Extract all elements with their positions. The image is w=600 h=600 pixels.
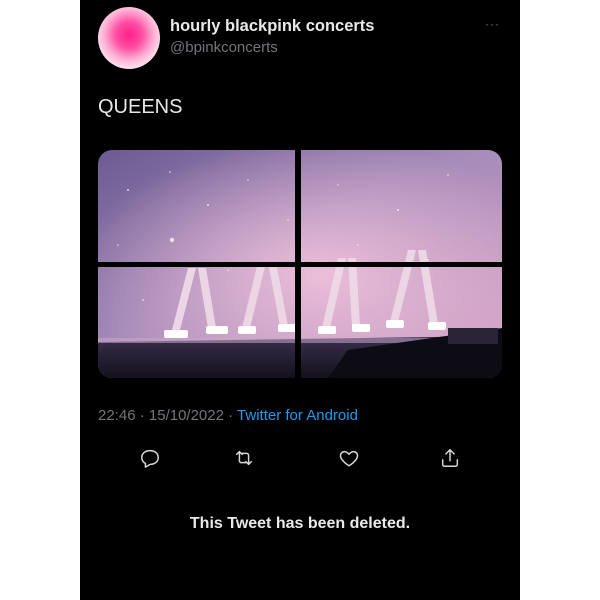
meta-separator-2: · <box>223 407 238 424</box>
reply-button[interactable] <box>136 444 164 472</box>
tweet-screen: hourly blackpink concerts @bpinkconcerts… <box>80 0 520 600</box>
more-options-icon[interactable]: ··· <box>485 17 500 31</box>
retweet-icon <box>235 450 253 466</box>
avatar[interactable] <box>98 7 160 69</box>
reply-icon <box>141 449 159 468</box>
share-button[interactable] <box>436 444 464 472</box>
tweet-media[interactable] <box>98 150 502 378</box>
tweet-actions <box>80 440 520 476</box>
tweet-date: 15/10/2022 <box>148 407 224 424</box>
tweet-text: QUEENS <box>98 96 183 118</box>
tweet-time: 22:46 <box>98 407 136 424</box>
like-icon <box>339 450 359 467</box>
share-icon <box>441 449 459 467</box>
meta-separator: · <box>135 407 149 424</box>
like-button[interactable] <box>335 444 363 472</box>
deleted-tweet-notice: This Tweet has been deleted. <box>189 515 411 532</box>
display-name[interactable]: hourly blackpink concerts <box>170 17 374 36</box>
concert-photo <box>98 150 502 378</box>
tweet-metadata: 22:46 · 15/10/2022 · Twitter for Android <box>98 407 358 424</box>
retweet-button[interactable] <box>230 444 258 472</box>
tweet-source-link[interactable]: Twitter for Android <box>237 407 358 424</box>
user-handle[interactable]: @bpinkconcerts <box>170 39 278 56</box>
